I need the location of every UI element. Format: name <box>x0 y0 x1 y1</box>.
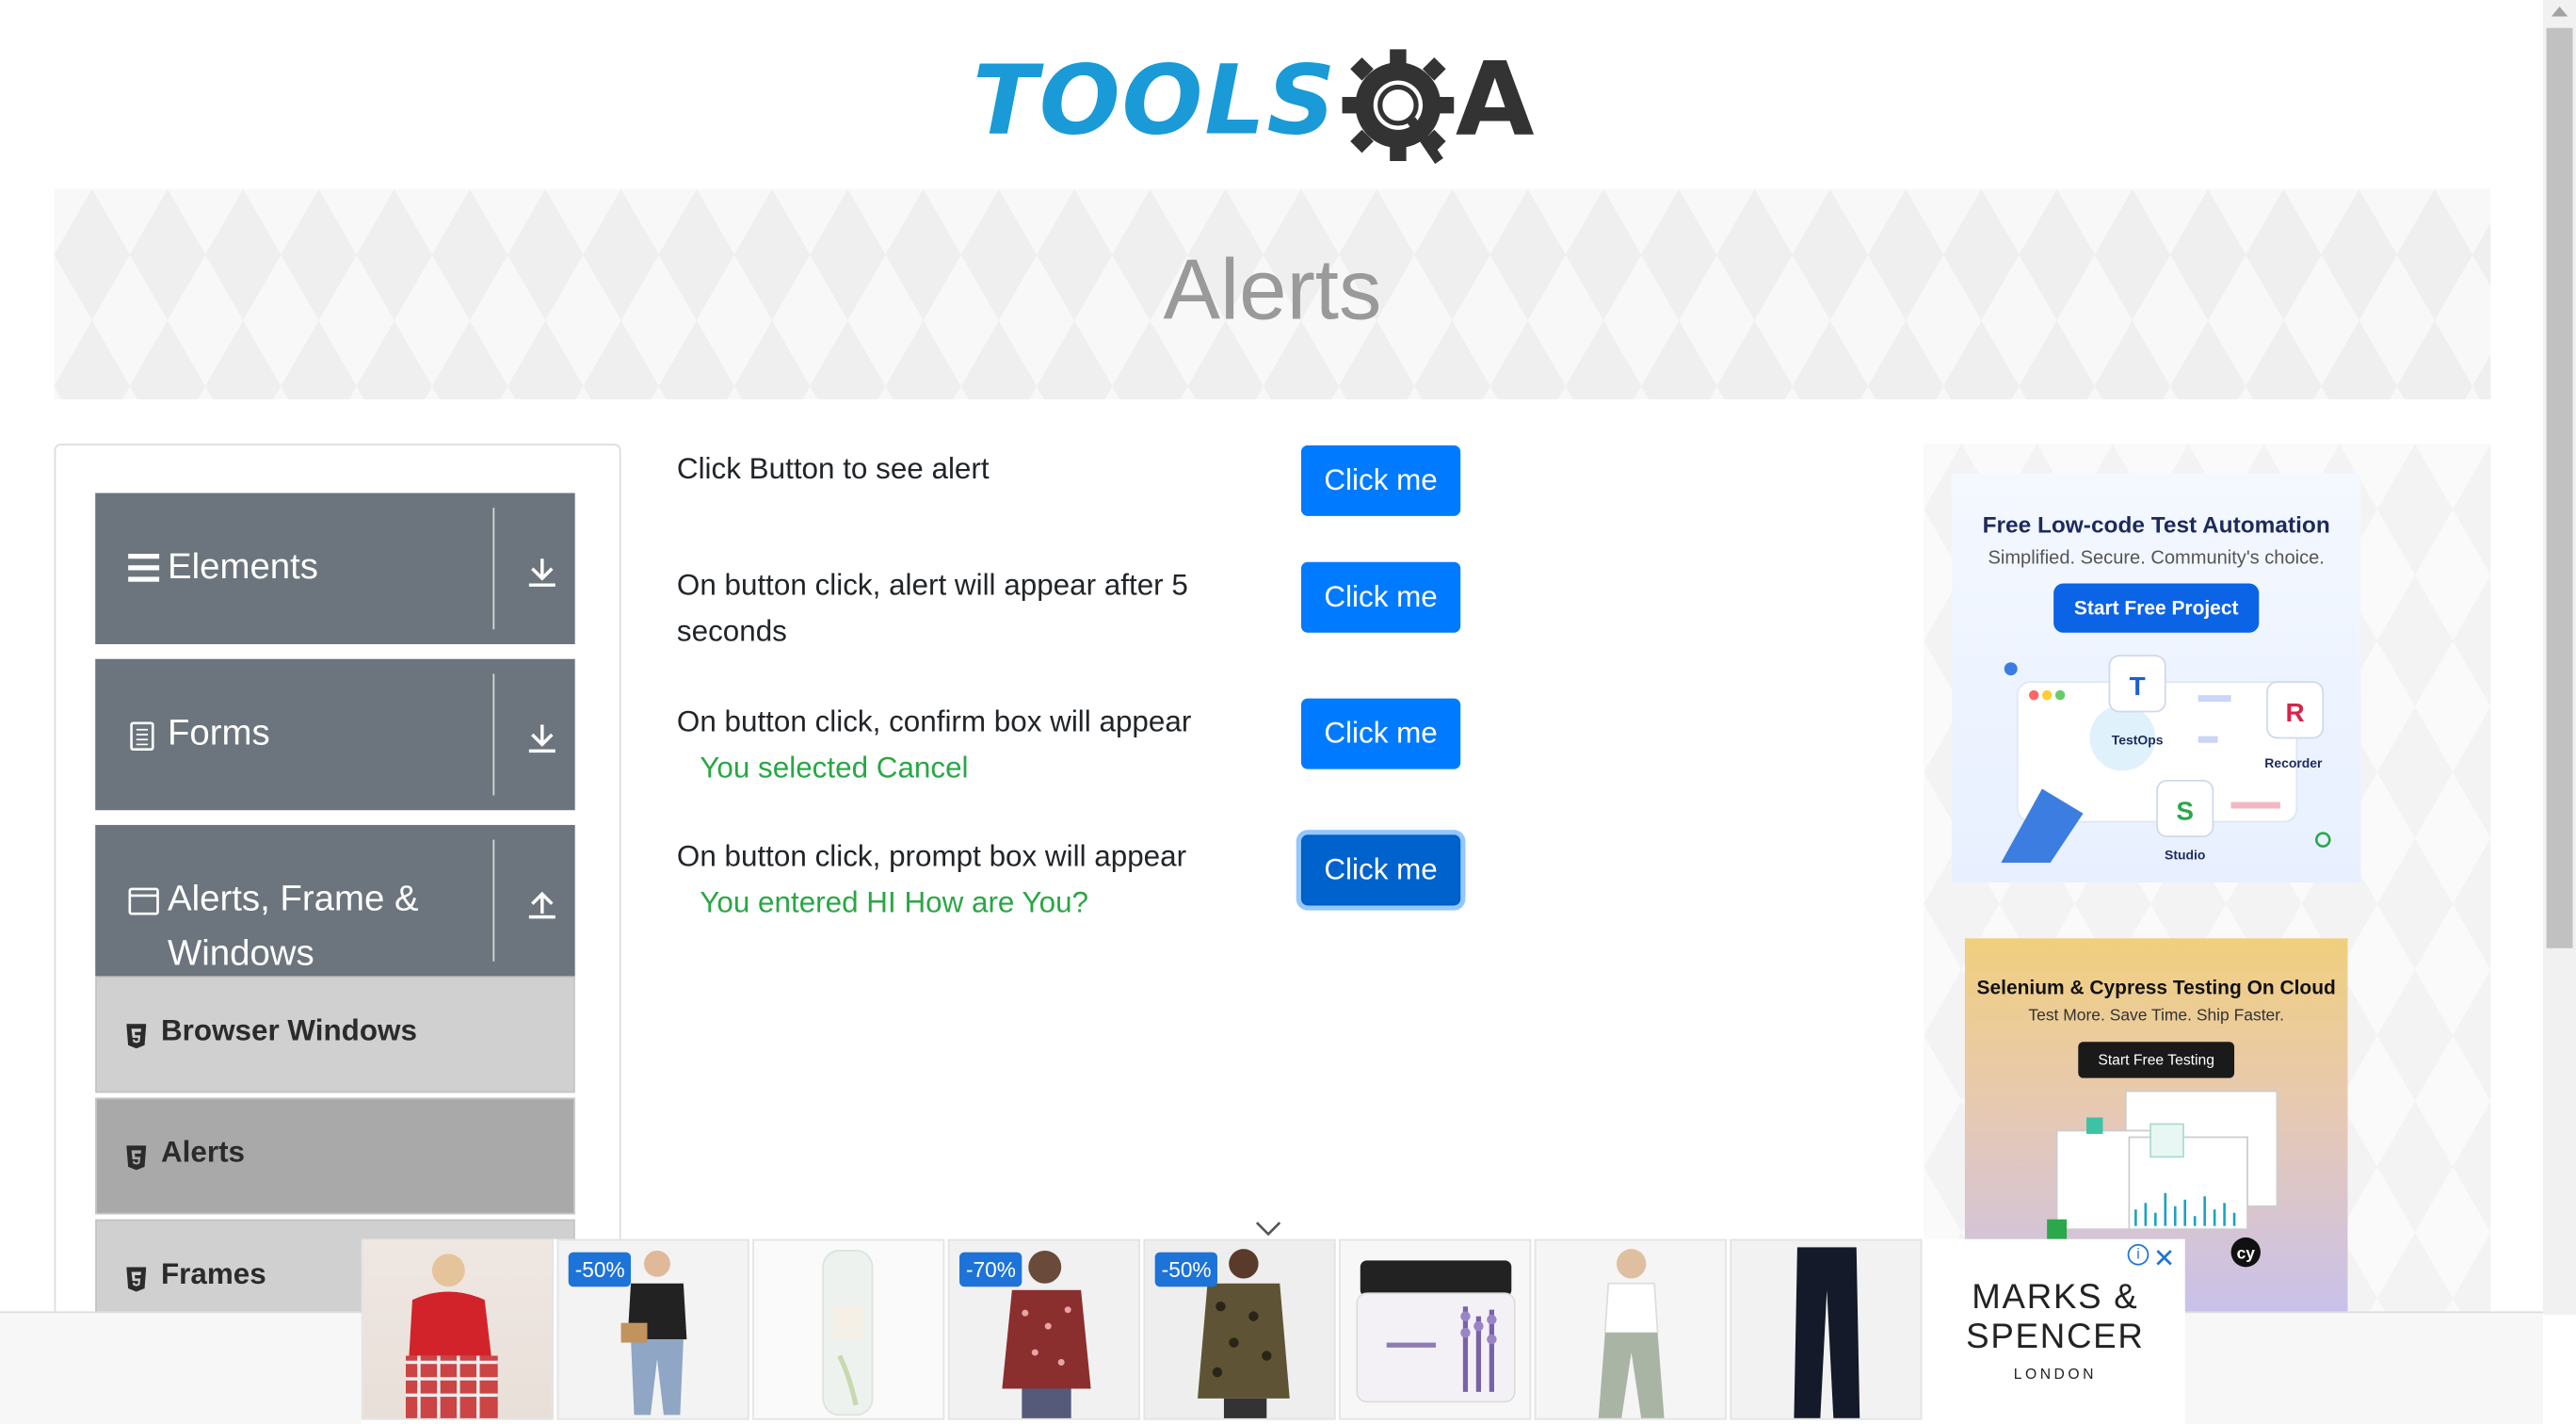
window-icon <box>128 887 159 922</box>
confirm-button[interactable]: Click me <box>1300 698 1461 769</box>
svg-text:cy: cy <box>2237 1244 2256 1263</box>
svg-text:T: T <box>2130 672 2146 701</box>
timer-alert-description: On button click, alert will appear after… <box>677 562 1235 655</box>
divider <box>492 839 495 962</box>
alert-description: Click Button to see alert <box>677 445 1235 492</box>
page: TOOLS A Alerts Elements Forms Alerts, Fr… <box>0 0 2576 1424</box>
product-tile[interactable] <box>1730 1238 1923 1420</box>
confirm-description: On button click, confirm box will appear… <box>677 699 1235 791</box>
prompt-description: On button click, prompt box will appear … <box>677 833 1235 926</box>
sidebar-group-label: Forms <box>167 711 270 753</box>
logo-text: TOOLS <box>972 44 1338 156</box>
product-image <box>822 1249 874 1416</box>
document-icon <box>128 721 156 757</box>
gear-magnifier-icon <box>1341 42 1456 164</box>
html5-icon <box>126 1145 147 1171</box>
product-tile[interactable]: -50% <box>556 1238 749 1420</box>
ad-label: Recorder <box>2264 755 2323 770</box>
download-arrow-icon[interactable] <box>525 556 558 595</box>
product-tile[interactable] <box>1534 1238 1727 1420</box>
brand-line: MARKS & <box>1972 1278 2139 1317</box>
product-image <box>1356 1260 1516 1403</box>
alert-text: On button click, prompt box will appear <box>676 839 1187 873</box>
ad-cta-button[interactable]: Start Free Testing <box>2078 1042 2234 1078</box>
upload-arrow-icon[interactable] <box>525 887 558 927</box>
sidebar-item-label: Frames <box>161 1256 266 1290</box>
sidebar-item-alerts[interactable]: Alerts <box>95 1097 575 1215</box>
sidebar-item-browser-windows[interactable]: Browser Windows <box>95 976 575 1093</box>
sidebar-group-forms[interactable]: Forms <box>95 658 575 811</box>
prompt-result: You entered HI How are You? <box>700 885 1089 919</box>
right-ad-column: Free Low-code Test Automation Simplified… <box>1924 444 2491 1315</box>
toolsqa-logo[interactable]: TOOLS A <box>973 29 1581 170</box>
brand-line: SPENCER <box>1966 1318 2145 1356</box>
svg-text:R: R <box>2286 698 2305 727</box>
alert-text: On button click, confirm box will appear <box>676 704 1192 738</box>
ad-cta-button[interactable]: Start Free Project <box>2053 583 2259 633</box>
discount-badge: -50% <box>1154 1252 1218 1287</box>
scrollbar-thumb[interactable] <box>2546 27 2573 948</box>
ad-title: Selenium & Cypress Testing On Cloud <box>1976 976 2336 999</box>
vertical-scrollbar[interactable] <box>2543 0 2576 1315</box>
product-tile[interactable]: -50% <box>1143 1238 1336 1420</box>
ad-illustration: T TestOps R Recorder S Studio <box>2001 655 2331 864</box>
product-image <box>1794 1247 1860 1418</box>
left-sidebar: Elements Forms Alerts, Frame & Windows B… <box>54 444 621 1365</box>
prompt-button[interactable]: Click me <box>1300 834 1461 906</box>
marks-spencer-brand[interactable]: i ✕ MARKS & SPENCER LONDON <box>1925 1239 2185 1420</box>
divider <box>492 673 495 796</box>
html5-icon <box>126 1024 147 1049</box>
ad-subtitle: Simplified. Secure. Community's choice. <box>1988 548 2325 569</box>
product-carousel-ad[interactable]: -50% -70% -50% i ✕ MARKS & SPENCER LONDO… <box>361 1238 2185 1424</box>
sidebar-group-label: Alerts, Frame & Windows <box>167 877 419 973</box>
close-icon[interactable]: ✕ <box>2153 1242 2175 1275</box>
scroll-up-arrow-icon[interactable] <box>2551 6 2568 17</box>
product-tile[interactable]: -70% <box>947 1238 1140 1420</box>
ad-label: Studio <box>2165 848 2205 863</box>
sidebar-group-label: Elements <box>167 545 319 587</box>
product-tile[interactable] <box>361 1238 555 1420</box>
discount-badge: -50% <box>568 1252 632 1287</box>
katalon-ad[interactable]: Free Low-code Test Automation Simplified… <box>1951 473 2361 883</box>
alert-button[interactable]: Click me <box>1300 445 1461 516</box>
ad-label: TestOps <box>2112 732 2164 747</box>
download-arrow-icon[interactable] <box>525 721 558 761</box>
confirm-result: You selected Cancel <box>700 751 969 785</box>
sidebar-item-label: Browser Windows <box>161 1013 417 1047</box>
sidebar-group-elements[interactable]: Elements <box>95 493 575 645</box>
product-image <box>1598 1249 1665 1418</box>
product-image <box>405 1254 498 1418</box>
timer-alert-button[interactable]: Click me <box>1300 561 1461 633</box>
logo-suffix: A <box>1455 39 1535 160</box>
chevron-down-icon[interactable] <box>1255 1213 1281 1237</box>
ad-info-icon[interactable]: i <box>2127 1243 2149 1266</box>
html5-icon <box>126 1267 147 1292</box>
svg-text:S: S <box>2176 797 2194 826</box>
ad-title: Free Low-code Test Automation <box>1982 510 2330 538</box>
brand-line: LONDON <box>2013 1366 2097 1383</box>
page-title: Alerts <box>1163 243 1382 339</box>
discount-badge: -70% <box>959 1252 1022 1287</box>
page-banner: Alerts <box>54 188 2491 400</box>
sidebar-group-alerts-frame-windows[interactable]: Alerts, Frame & Windows <box>95 824 575 977</box>
alert-text: Click Button to see alert <box>676 451 990 485</box>
divider <box>492 508 495 630</box>
product-tile[interactable] <box>1339 1238 1532 1420</box>
alert-text: On button click, alert will appear after… <box>676 568 1188 648</box>
product-tile[interactable] <box>752 1238 945 1420</box>
ad-subtitle: Test More. Save Time. Ship Faster. <box>2028 1007 2284 1026</box>
hamburger-icon <box>128 552 160 590</box>
sidebar-item-label: Alerts <box>161 1135 246 1169</box>
